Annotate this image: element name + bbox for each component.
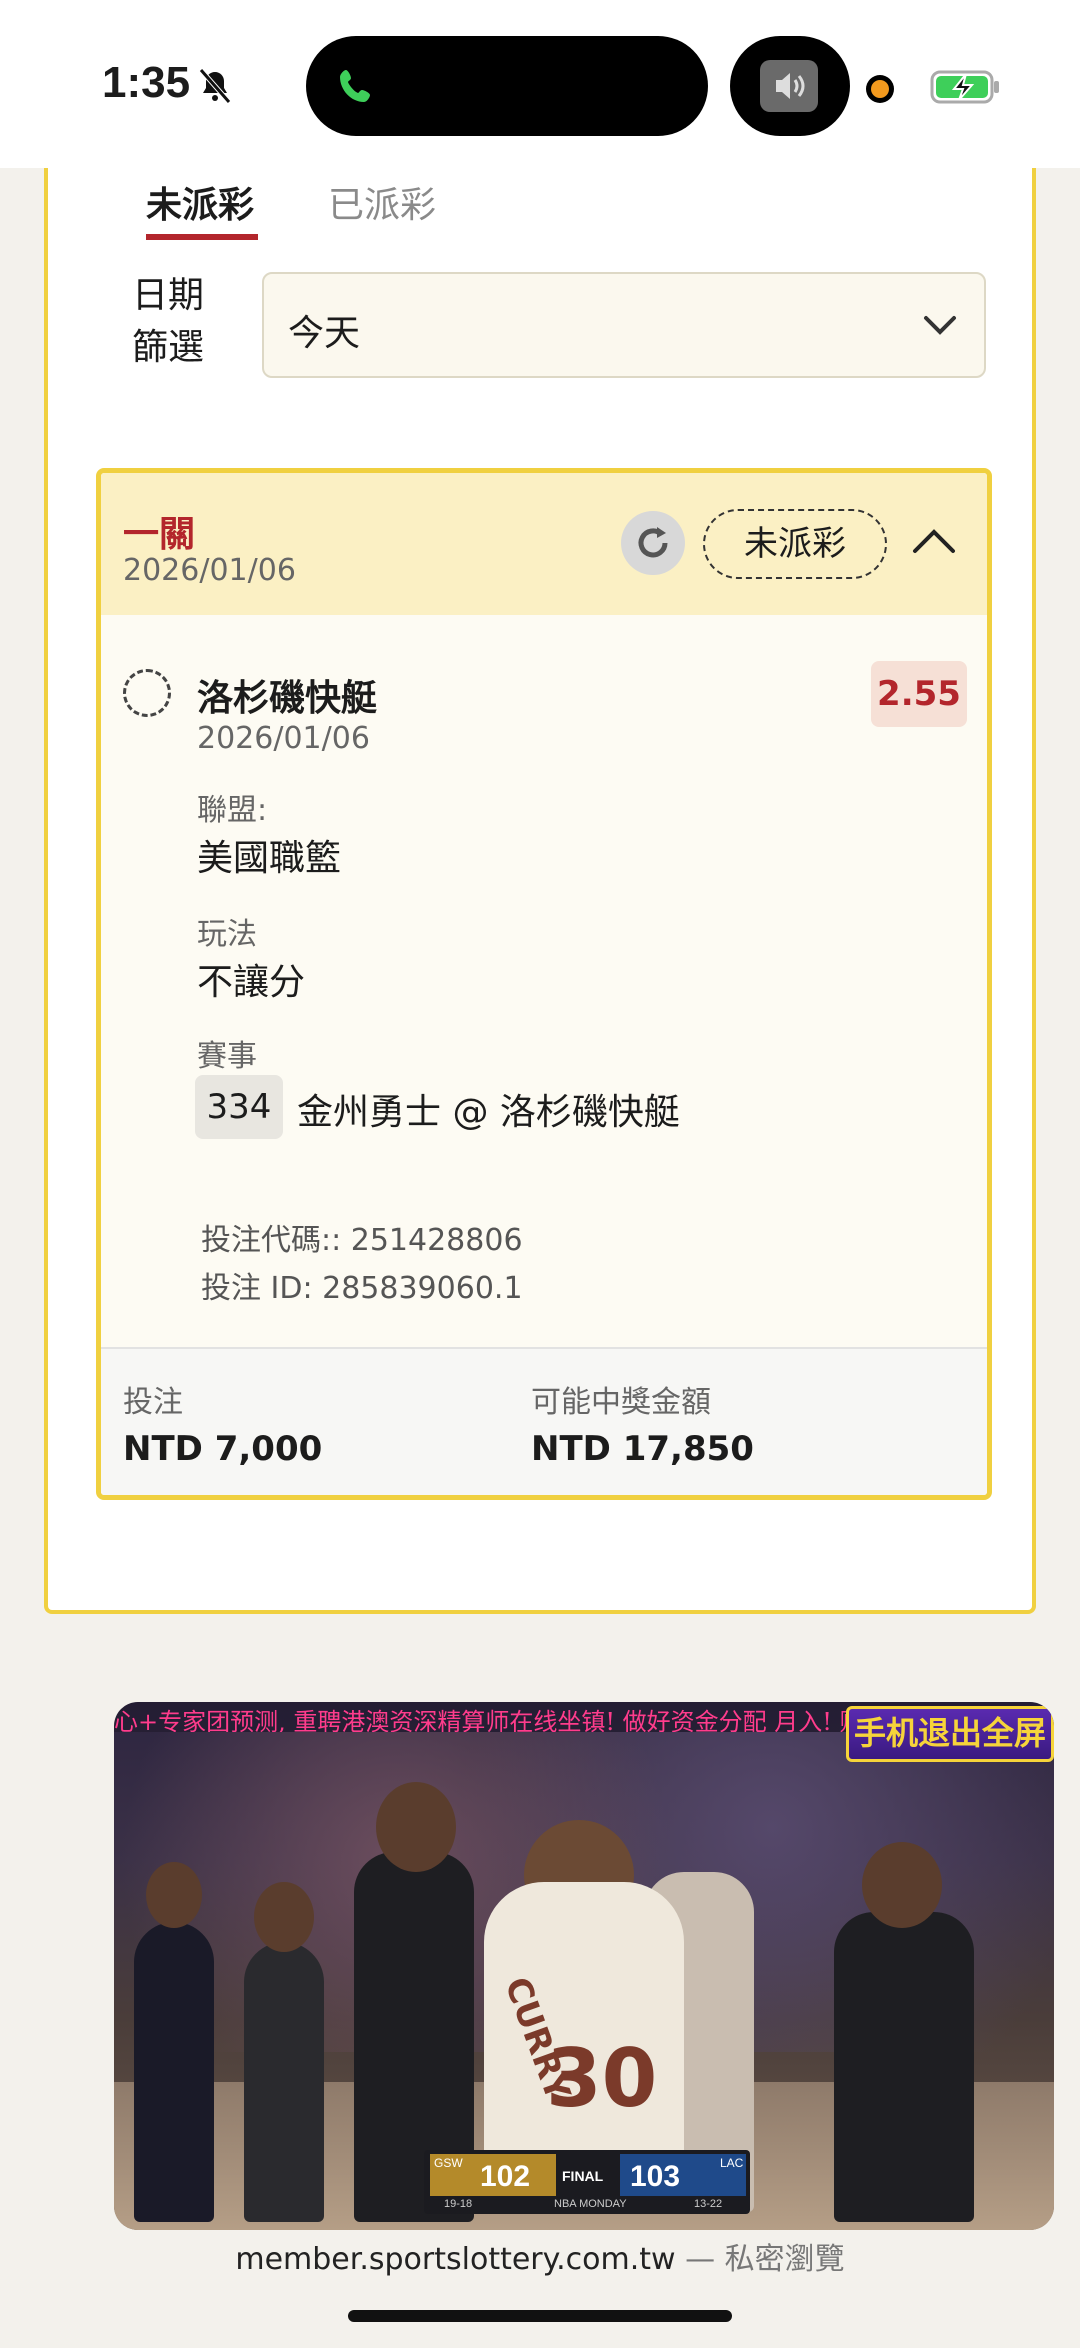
home-abbr: GSW <box>434 2156 463 2170</box>
score-away-panel: 103 LAC <box>620 2154 746 2196</box>
active-tab-indicator <box>146 234 258 240</box>
event-label: 賽事 <box>197 1039 257 1074</box>
home-indicator[interactable] <box>348 2310 732 2322</box>
stake-value: NTD 7,000 <box>123 1429 323 1469</box>
status-badge: 未派彩 <box>703 509 887 579</box>
broadcast-label: NBA MONDAY <box>554 2198 627 2210</box>
clock: 1:35 <box>102 58 191 107</box>
person-referee <box>244 1942 324 2222</box>
play-value: 不讓分 <box>197 962 306 1003</box>
exit-fullscreen-badge[interactable]: 手机退出全屏 <box>846 1706 1054 1762</box>
bet-summary: 投注 NTD 7,000 可能中獎金額 NTD 17,850 <box>101 1347 987 1495</box>
bet-code: 投注代碼:: 251428806 <box>201 1223 523 1258</box>
date-filter-value: 今天 <box>288 313 361 354</box>
stake-label: 投注 <box>123 1385 183 1420</box>
game-status: FINAL <box>562 2168 604 2184</box>
mic-indicator <box>866 75 894 103</box>
away-record: 13-22 <box>694 2198 723 2210</box>
phone-icon <box>340 70 370 102</box>
jersey-number: 30 <box>546 2032 658 2125</box>
scorebug: 102 GSW FINAL 103 LAC 19-18 NBA MONDAY 1… <box>424 2150 750 2214</box>
person-referee-head <box>254 1882 314 1952</box>
browser-url-bar[interactable]: member.sportslottery.com.tw — 私密瀏覽 <box>0 2234 1080 2278</box>
date-filter-label: 日期 篩選 <box>118 270 218 374</box>
event-name: 金州勇士 @ 洛杉磯快艇 <box>297 1092 680 1133</box>
bet-date: 2026/01/06 <box>123 553 296 588</box>
bell-slash-icon <box>199 68 231 104</box>
home-record: 19-18 <box>444 2198 473 2210</box>
payout-label: 可能中獎金額 <box>531 1385 711 1420</box>
status-bar: 1:35 <box>0 0 1080 168</box>
refresh-button[interactable] <box>621 511 685 575</box>
event-number: 334 <box>195 1075 283 1139</box>
selection-date: 2026/01/06 <box>197 721 370 756</box>
person-player-left <box>134 1922 214 2222</box>
person-player-left-head <box>146 1862 202 1928</box>
date-filter-select[interactable]: 今天 <box>262 272 986 378</box>
bet-slip-header[interactable]: 一關 2026/01/06 未派彩 <box>101 473 987 615</box>
dynamic-island-call[interactable] <box>306 36 708 136</box>
chevron-down-icon <box>924 316 956 335</box>
selection-team: 洛杉磯快艇 <box>197 678 378 719</box>
url-separator: — <box>675 2242 725 2277</box>
tab-settled[interactable]: 已派彩 <box>328 176 436 228</box>
date-filter-label-line1: 日期 <box>131 275 204 316</box>
selection-status-icon <box>123 669 171 717</box>
person-security-head <box>862 1842 942 1928</box>
video-pip[interactable]: CURRY 30 心+专家团预测, 重聘港澳资深精算师在线坐镇! 做好资金分配 … <box>114 1702 1054 2230</box>
bet-history-panel: 未派彩 已派彩 日期 篩選 今天 一關 2026/01/06 未派彩 洛杉磯快艇… <box>44 168 1036 1614</box>
speaker-icon <box>760 60 818 112</box>
play-label: 玩法 <box>197 917 257 952</box>
dynamic-island-audio[interactable] <box>730 36 850 136</box>
bet-slip-card: 一關 2026/01/06 未派彩 洛杉磯快艇 2026/01/06 2.55 … <box>96 468 992 1500</box>
bet-id: 投注 ID: 285839060.1 <box>201 1271 523 1306</box>
league-label: 聯盟: <box>197 793 268 828</box>
private-mode-label: 私密瀏覽 <box>724 2242 845 2277</box>
odds-badge: 2.55 <box>871 661 967 727</box>
battery-charging-icon <box>930 70 999 104</box>
home-score: 102 <box>480 2160 531 2193</box>
chevron-up-icon[interactable] <box>909 521 959 561</box>
person-security <box>834 1912 974 2222</box>
score-home-panel: 102 GSW <box>430 2154 556 2196</box>
tab-unsettled[interactable]: 未派彩 <box>146 176 254 228</box>
date-filter-label-line2: 篩選 <box>131 327 204 368</box>
away-abbr: LAC <box>720 2156 744 2170</box>
league-value: 美國職籃 <box>197 838 342 879</box>
url-text: member.sportslottery.com.tw <box>235 2242 676 2277</box>
person-coach-head <box>376 1782 456 1872</box>
payout-value: NTD 17,850 <box>531 1429 754 1469</box>
refresh-icon <box>638 527 668 558</box>
bet-type: 一關 <box>123 514 196 555</box>
away-score: 103 <box>630 2160 681 2193</box>
